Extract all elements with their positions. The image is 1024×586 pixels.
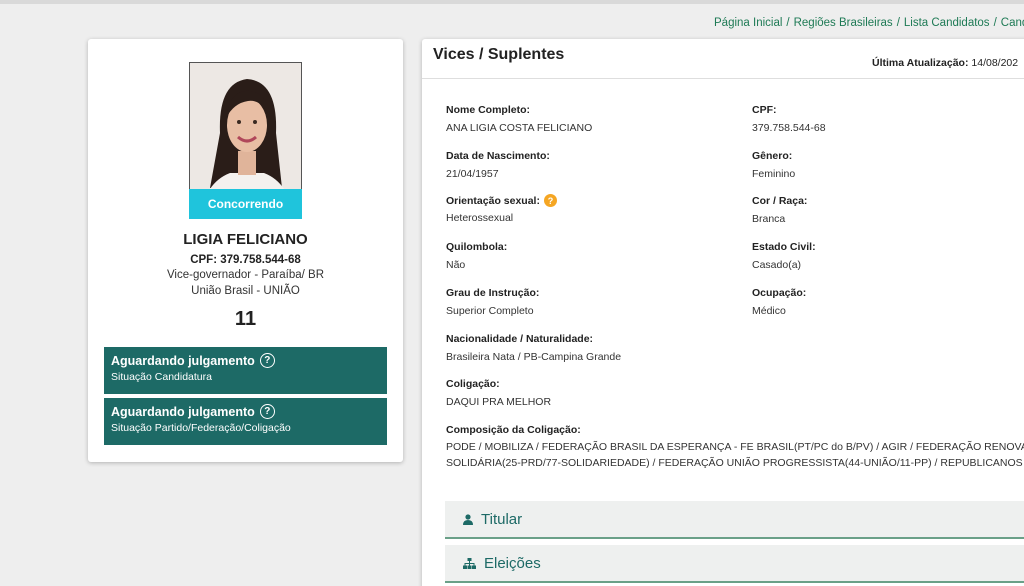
candidate-cpf: CPF: 379.758.544-68 — [190, 254, 301, 266]
question-circle-icon[interactable]: ? — [543, 194, 557, 207]
field-value: Médico — [752, 305, 786, 317]
vices-panel: Vices / Suplentes Última Atualização: 14… — [422, 39, 1024, 586]
accordion-eleicoes-label: Eleições — [484, 554, 541, 572]
candidate-name: LIGIA FELICIANO — [183, 231, 308, 248]
field-cor-raca: Cor / Raça: Branca — [752, 195, 807, 225]
field-value: Heterossexual — [446, 212, 514, 224]
candidate-status-tag: Concorrendo — [189, 189, 302, 219]
field-estado-civil: Estado Civil: Casado(a) — [752, 241, 816, 271]
last-update-label: Última Atualização: — [872, 57, 969, 69]
candidacy-situation-box: Aguardando julgamento ? Situação Candida… — [104, 347, 387, 394]
field-composicao-coligacao: Composição da Coligação: PODE / MOBILIZA… — [446, 424, 1024, 471]
last-update: Última Atualização: 14/08/202 — [872, 57, 1018, 69]
accordion-eleicoes[interactable]: Eleições — [445, 545, 1024, 583]
candidate-number: 11 — [234, 308, 257, 330]
field-value: Casado(a) — [752, 259, 802, 271]
panel-title: Vices / Suplentes — [433, 46, 565, 63]
situation-title: Aguardando julgamento ? — [111, 404, 380, 419]
field-label: Data de Nascimento: — [446, 150, 550, 162]
field-value: ANA LIGIA COSTA FELICIANO — [446, 122, 593, 134]
field-coligacao: Coligação: DAQUI PRA MELHOR — [446, 378, 551, 408]
field-label: Orientação sexual: ? — [446, 194, 557, 207]
breadcrumb-candidates-list[interactable]: Lista Candidatos — [904, 17, 990, 29]
field-label: Coligação: — [446, 378, 500, 390]
field-label: Nome Completo: — [446, 104, 530, 116]
field-quilombola: Quilombola: Não — [446, 241, 507, 271]
accordion-titular[interactable]: Titular — [445, 501, 1024, 539]
breadcrumb-current: Cand — [1000, 17, 1024, 29]
candidate-cargo: Vice-governador - Paraíba/ BR — [166, 269, 325, 281]
field-value: Branca — [752, 213, 786, 225]
breadcrumb-regions[interactable]: Regiões Brasileiras — [794, 17, 893, 29]
field-value: Feminino — [752, 168, 796, 180]
top-strip — [0, 0, 1024, 4]
field-nacionalidade: Nacionalidade / Naturalidade: Brasileira… — [446, 333, 621, 363]
field-label: Estado Civil: — [752, 241, 816, 253]
field-value: Não — [446, 259, 466, 271]
breadcrumb-separator: / — [896, 17, 900, 29]
situation-title-text: Aguardando julgamento — [111, 404, 255, 419]
field-label: Composição da Coligação: — [446, 424, 581, 436]
field-ocupacao: Ocupação: Médico — [752, 287, 806, 317]
breadcrumb-separator: / — [786, 17, 790, 29]
candidate-card: Concorrendo LIGIA FELICIANO CPF: 379.758… — [88, 39, 403, 462]
accordion-titular-label: Titular — [481, 510, 523, 528]
user-icon — [463, 513, 473, 525]
field-label: CPF: — [752, 104, 777, 116]
field-label-text: Orientação sexual: — [446, 194, 540, 207]
field-data-nascimento: Data de Nascimento: 21/04/1957 — [446, 150, 550, 180]
last-update-value: 14/08/202 — [971, 57, 1019, 69]
field-label: Quilombola: — [446, 241, 508, 253]
situation-title: Aguardando julgamento ? — [111, 353, 380, 368]
field-value: Superior Completo — [446, 305, 534, 317]
field-label: Cor / Raça: — [752, 195, 808, 207]
field-cpf: CPF: 379.758.544-68 — [752, 104, 826, 134]
field-value: DAQUI PRA MELHOR — [446, 396, 552, 408]
field-value: 21/04/1957 — [446, 168, 499, 180]
field-value: Brasileira Nata / PB-Campina Grande — [446, 351, 622, 363]
party-situation-box: Aguardando julgamento ? Situação Partido… — [104, 398, 387, 445]
situation-subtitle: Situação Candidatura — [111, 371, 212, 383]
question-circle-icon[interactable]: ? — [259, 404, 275, 419]
field-genero: Gênero: Feminino — [752, 150, 795, 180]
situation-title-text: Aguardando julgamento — [111, 353, 255, 368]
panel-header: Vices / Suplentes Última Atualização: 14… — [422, 39, 1024, 79]
field-value-line: PODE / MOBILIZA / FEDERAÇÃO BRASIL DA ES… — [446, 441, 1024, 453]
field-value: 379.758.544-68 — [752, 122, 826, 134]
field-grau-instrucao: Grau de Instrução: Superior Completo — [446, 287, 539, 317]
breadcrumb: Página Inicial / Regiões Brasileiras / Lista… — [714, 17, 1024, 29]
field-value-line: SOLIDÁRIA(25-PRD/77-SOLIDARIEDADE) / FED… — [446, 457, 1024, 469]
breadcrumb-home[interactable]: Página Inicial — [714, 17, 782, 29]
question-circle-icon[interactable]: ? — [259, 353, 275, 368]
field-orientacao-sexual: Orientação sexual: ? Heterossexual — [446, 194, 557, 224]
field-label: Gênero: — [752, 150, 793, 162]
field-nome-completo: Nome Completo: ANA LIGIA COSTA FELICIANO — [446, 104, 592, 134]
sitemap-icon — [463, 557, 476, 569]
field-label: Grau de Instrução: — [446, 287, 540, 299]
field-label: Nacionalidade / Naturalidade: — [446, 333, 594, 345]
breadcrumb-separator: / — [993, 17, 997, 29]
field-label: Ocupação: — [752, 287, 807, 299]
candidate-party: União Brasil - UNIÃO — [191, 285, 300, 297]
situation-subtitle: Situação Partido/Federação/Coligação — [111, 422, 291, 434]
